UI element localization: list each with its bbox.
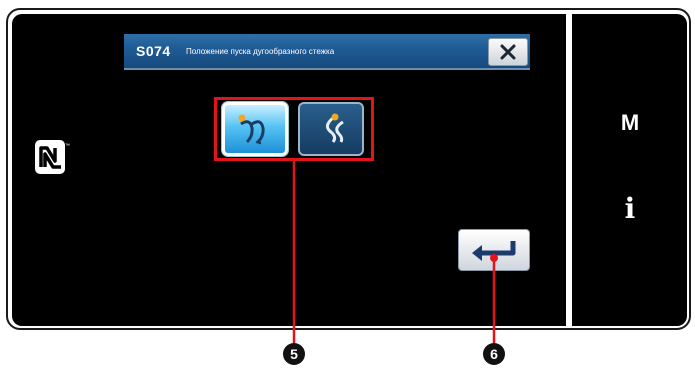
callout-leader-lines — [292, 161, 498, 344]
callout-enter: 6 — [483, 343, 505, 365]
callout-selection: 5 — [283, 343, 305, 365]
